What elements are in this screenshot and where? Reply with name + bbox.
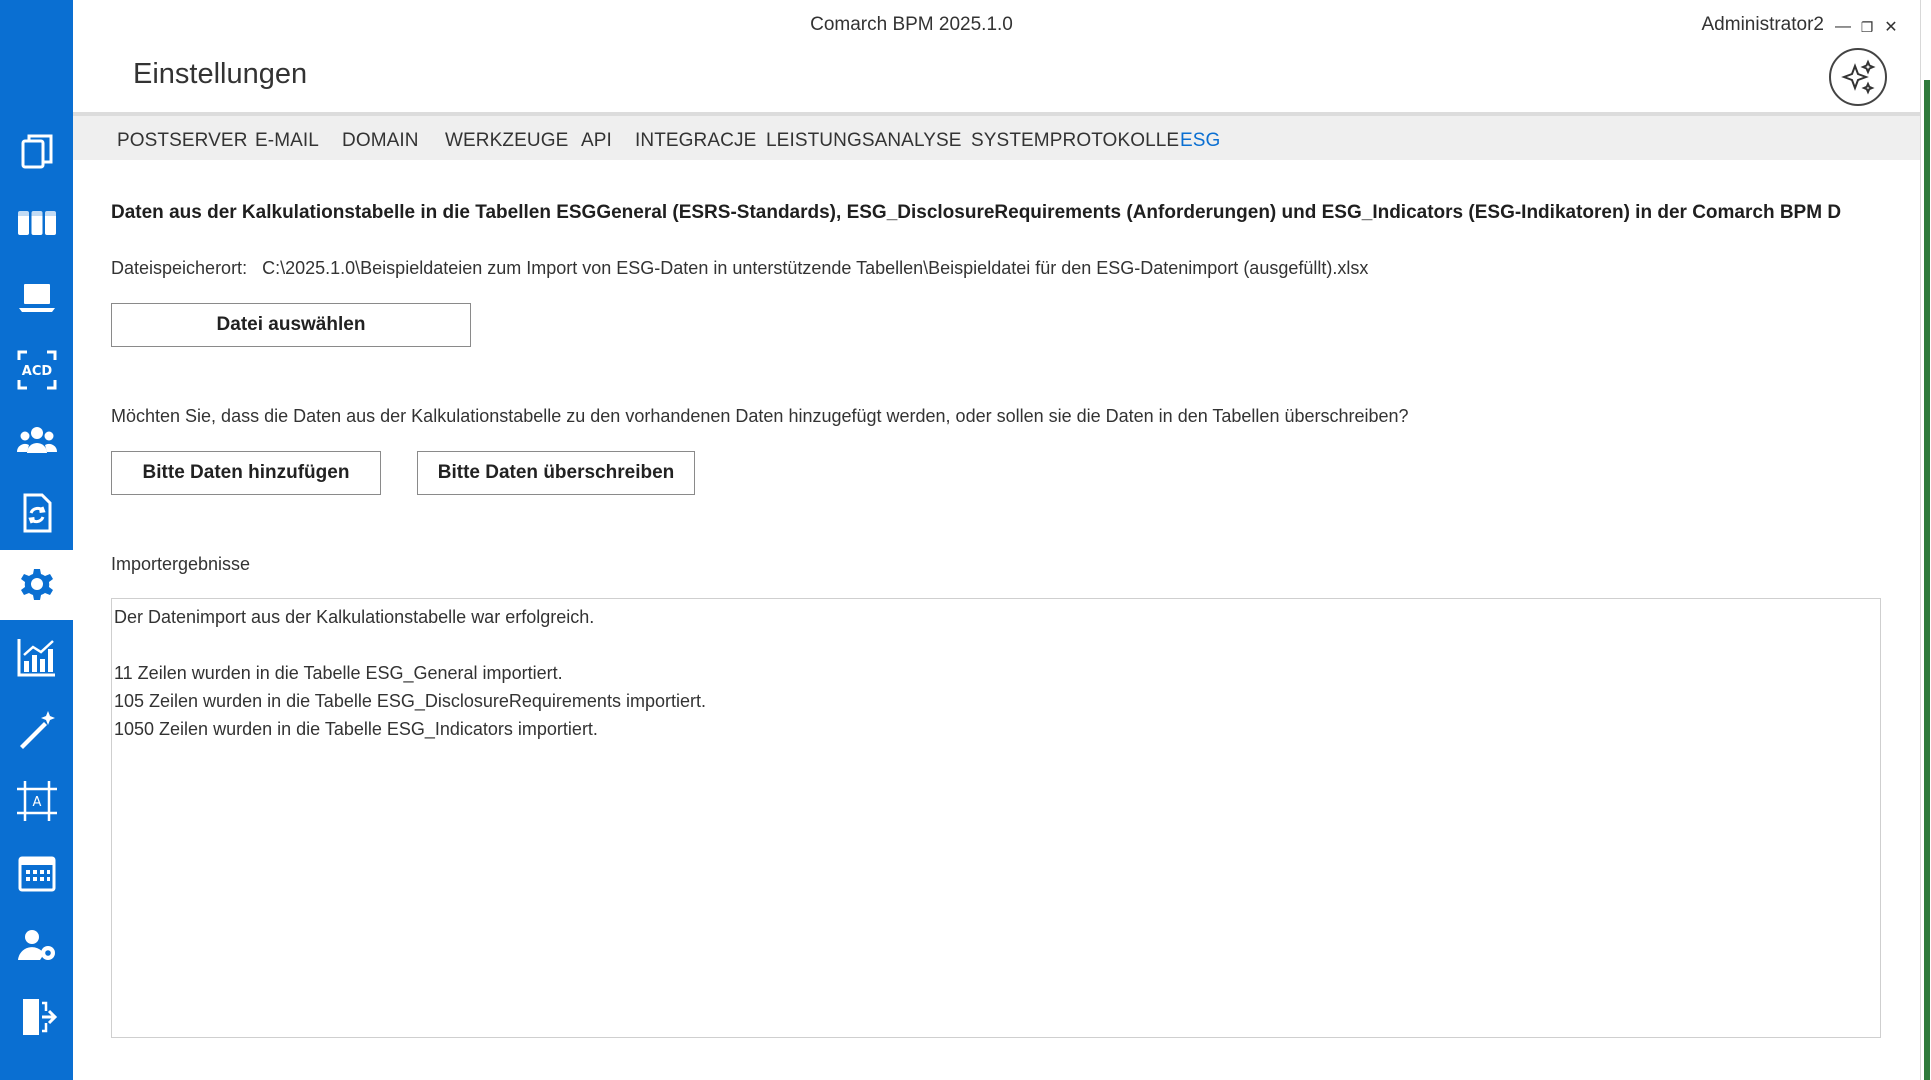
sidebar-item-logout[interactable] [0,982,73,1052]
sidebar-item-document-sync[interactable] [0,478,73,548]
svg-text:ACD: ACD [21,364,52,379]
user-settings-icon [17,930,55,960]
ai-assistant-button[interactable] [1829,48,1887,106]
results-line: Der Datenimport aus der Kalkulationstabe… [114,607,595,627]
sidebar-item-documents[interactable] [0,116,73,186]
sidebar-item-user-settings[interactable] [0,910,73,980]
esg-panel: Daten aus der Kalkulationstabelle in die… [73,160,1920,1080]
page-title: Einstellungen [133,58,308,90]
background-window-edge [1920,0,1931,1080]
results-line: 11 Zeilen wurden in die Tabelle ESG_Gene… [114,663,563,683]
minimize-button[interactable]: — [1834,18,1852,36]
results-line [114,631,1878,659]
settings-tabbar: POSTSERVER E-MAIL DOMAIN WERKZEUGE API I… [73,112,1920,160]
laptop-icon [18,284,55,312]
add-data-button[interactable]: Bitte Daten hinzufügen [111,451,381,495]
sidebar-item-analytics[interactable] [0,622,73,692]
app-window: ACD A Comarch BPM 2025.1.0 Administrator… [0,0,1920,1080]
app-title: Comarch BPM 2025.1.0 [810,14,1013,35]
file-location-value: C:\2025.1.0\Beispieldateien zum Import v… [262,258,1369,278]
import-results-label: Importergebnisse [111,554,251,574]
sidebar: ACD A [0,0,73,1080]
import-mode-question: Möchten Sie, dass die Daten aus der Kalk… [111,406,1409,426]
gear-icon [20,569,53,600]
sidebar-item-calendar[interactable] [0,838,73,908]
design-frame-icon: A [16,781,57,821]
tab-integracje[interactable]: INTEGRACJE [635,130,756,152]
title-bar: Comarch BPM 2025.1.0 Administrator2 — ❐ … [73,0,1920,52]
tab-systemprotokolle[interactable]: SYSTEMPROTOKOLLE [971,130,1179,152]
file-location-label: Dateispeicherort: [111,258,248,278]
tab-esg[interactable]: ESG [1180,130,1220,152]
restore-button[interactable]: ❐ [1858,18,1876,36]
sparkles-icon [1841,59,1876,95]
close-button[interactable]: ✕ [1882,18,1900,36]
results-line: 105 Zeilen wurden in die Tabelle ESG_Dis… [114,691,706,711]
file-location-row: Dateispeicherort: C:\2025.1.0\Beispielda… [111,258,1368,279]
esg-import-heading: Daten aus der Kalkulationstabelle in die… [111,202,1842,223]
overwrite-data-button[interactable]: Bitte Daten überschreiben [417,451,695,495]
choose-file-button[interactable]: Datei auswählen [111,303,471,347]
tab-leistungsanalyse[interactable]: LEISTUNGSANALYSE [766,130,962,152]
chart-icon [17,639,55,677]
sidebar-item-acd[interactable]: ACD [0,335,73,405]
tab-api[interactable]: API [581,130,612,152]
import-results-textarea[interactable]: Der Datenimport aus der Kalkulationstabe… [111,598,1881,1038]
sidebar-item-laptop[interactable] [0,262,73,332]
results-line: 1050 Zeilen wurden in die Tabelle ESG_In… [114,719,598,739]
users-group-icon [16,427,57,453]
kanban-board-icon [17,211,56,235]
tab-postserver[interactable]: POSTSERVER [117,130,248,152]
calendar-icon [18,856,55,892]
svg-text:A: A [32,795,41,810]
sidebar-item-settings[interactable] [0,550,73,620]
acd-scan-icon: ACD [17,350,56,390]
documents-icon [21,134,52,169]
tab-e-mail[interactable]: E-MAIL [255,130,319,152]
tab-domain[interactable]: DOMAIN [342,130,419,152]
sidebar-item-designer[interactable]: A [0,766,73,836]
magic-wand-icon [19,711,55,749]
user-name[interactable]: Administrator2 [1702,14,1825,36]
sidebar-item-board[interactable] [0,188,73,258]
sidebar-item-users[interactable] [0,406,73,476]
background-window-strip [1924,80,1930,1080]
exit-door-icon [22,999,57,1035]
sidebar-item-wizard[interactable] [0,694,73,764]
tab-werkzeuge[interactable]: WERKZEUGE [445,130,568,152]
document-sync-icon [23,493,51,533]
